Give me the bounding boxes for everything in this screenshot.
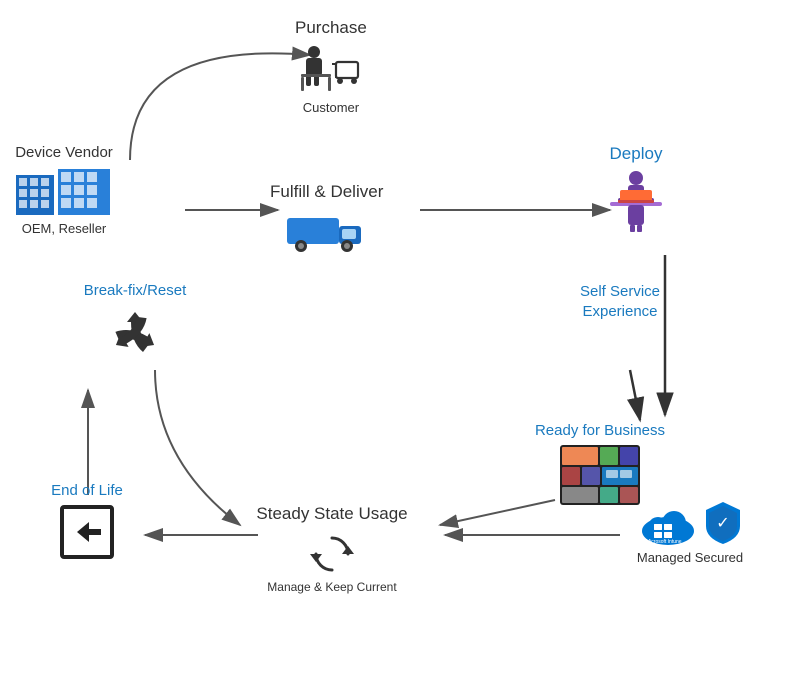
- fulfill-icon: [287, 208, 367, 254]
- ready-for-business-node: Ready for Business: [500, 418, 700, 505]
- lifecycle-diagram: Purchase: [0, 0, 792, 678]
- deploy-icon: [600, 170, 672, 232]
- purchase-node: Purchase: [295, 14, 367, 115]
- sync-icon: [310, 532, 354, 576]
- steady-state-node: Steady State Usage Manage & Keep Current: [232, 500, 432, 594]
- self-service-node: Self ServiceExperience: [540, 278, 700, 321]
- exit-icon: [60, 505, 114, 559]
- recycle-icon: [106, 305, 164, 363]
- device-vendor-icon: [14, 165, 114, 217]
- intune-icon: Microsoft Intune: [638, 501, 698, 545]
- end-of-life-node: End of Life: [22, 478, 152, 559]
- windows-tiles-icon: [560, 445, 640, 505]
- fulfill-node: Fulfill & Deliver: [270, 178, 383, 254]
- exit-arrow-icon: [69, 514, 105, 550]
- svg-text:Microsoft Intune: Microsoft Intune: [646, 539, 682, 545]
- svg-text:✓: ✓: [716, 515, 729, 532]
- purchase-icon: [296, 44, 366, 96]
- break-fix-node: Break-fix/Reset: [55, 278, 215, 363]
- defender-shield-icon: ✓: [704, 500, 742, 546]
- device-vendor-node: Device Vendor: [14, 140, 114, 236]
- deploy-node: Deploy: [600, 140, 672, 232]
- managed-secured-node: Microsoft Intune ✓ Managed Secured: [600, 500, 780, 565]
